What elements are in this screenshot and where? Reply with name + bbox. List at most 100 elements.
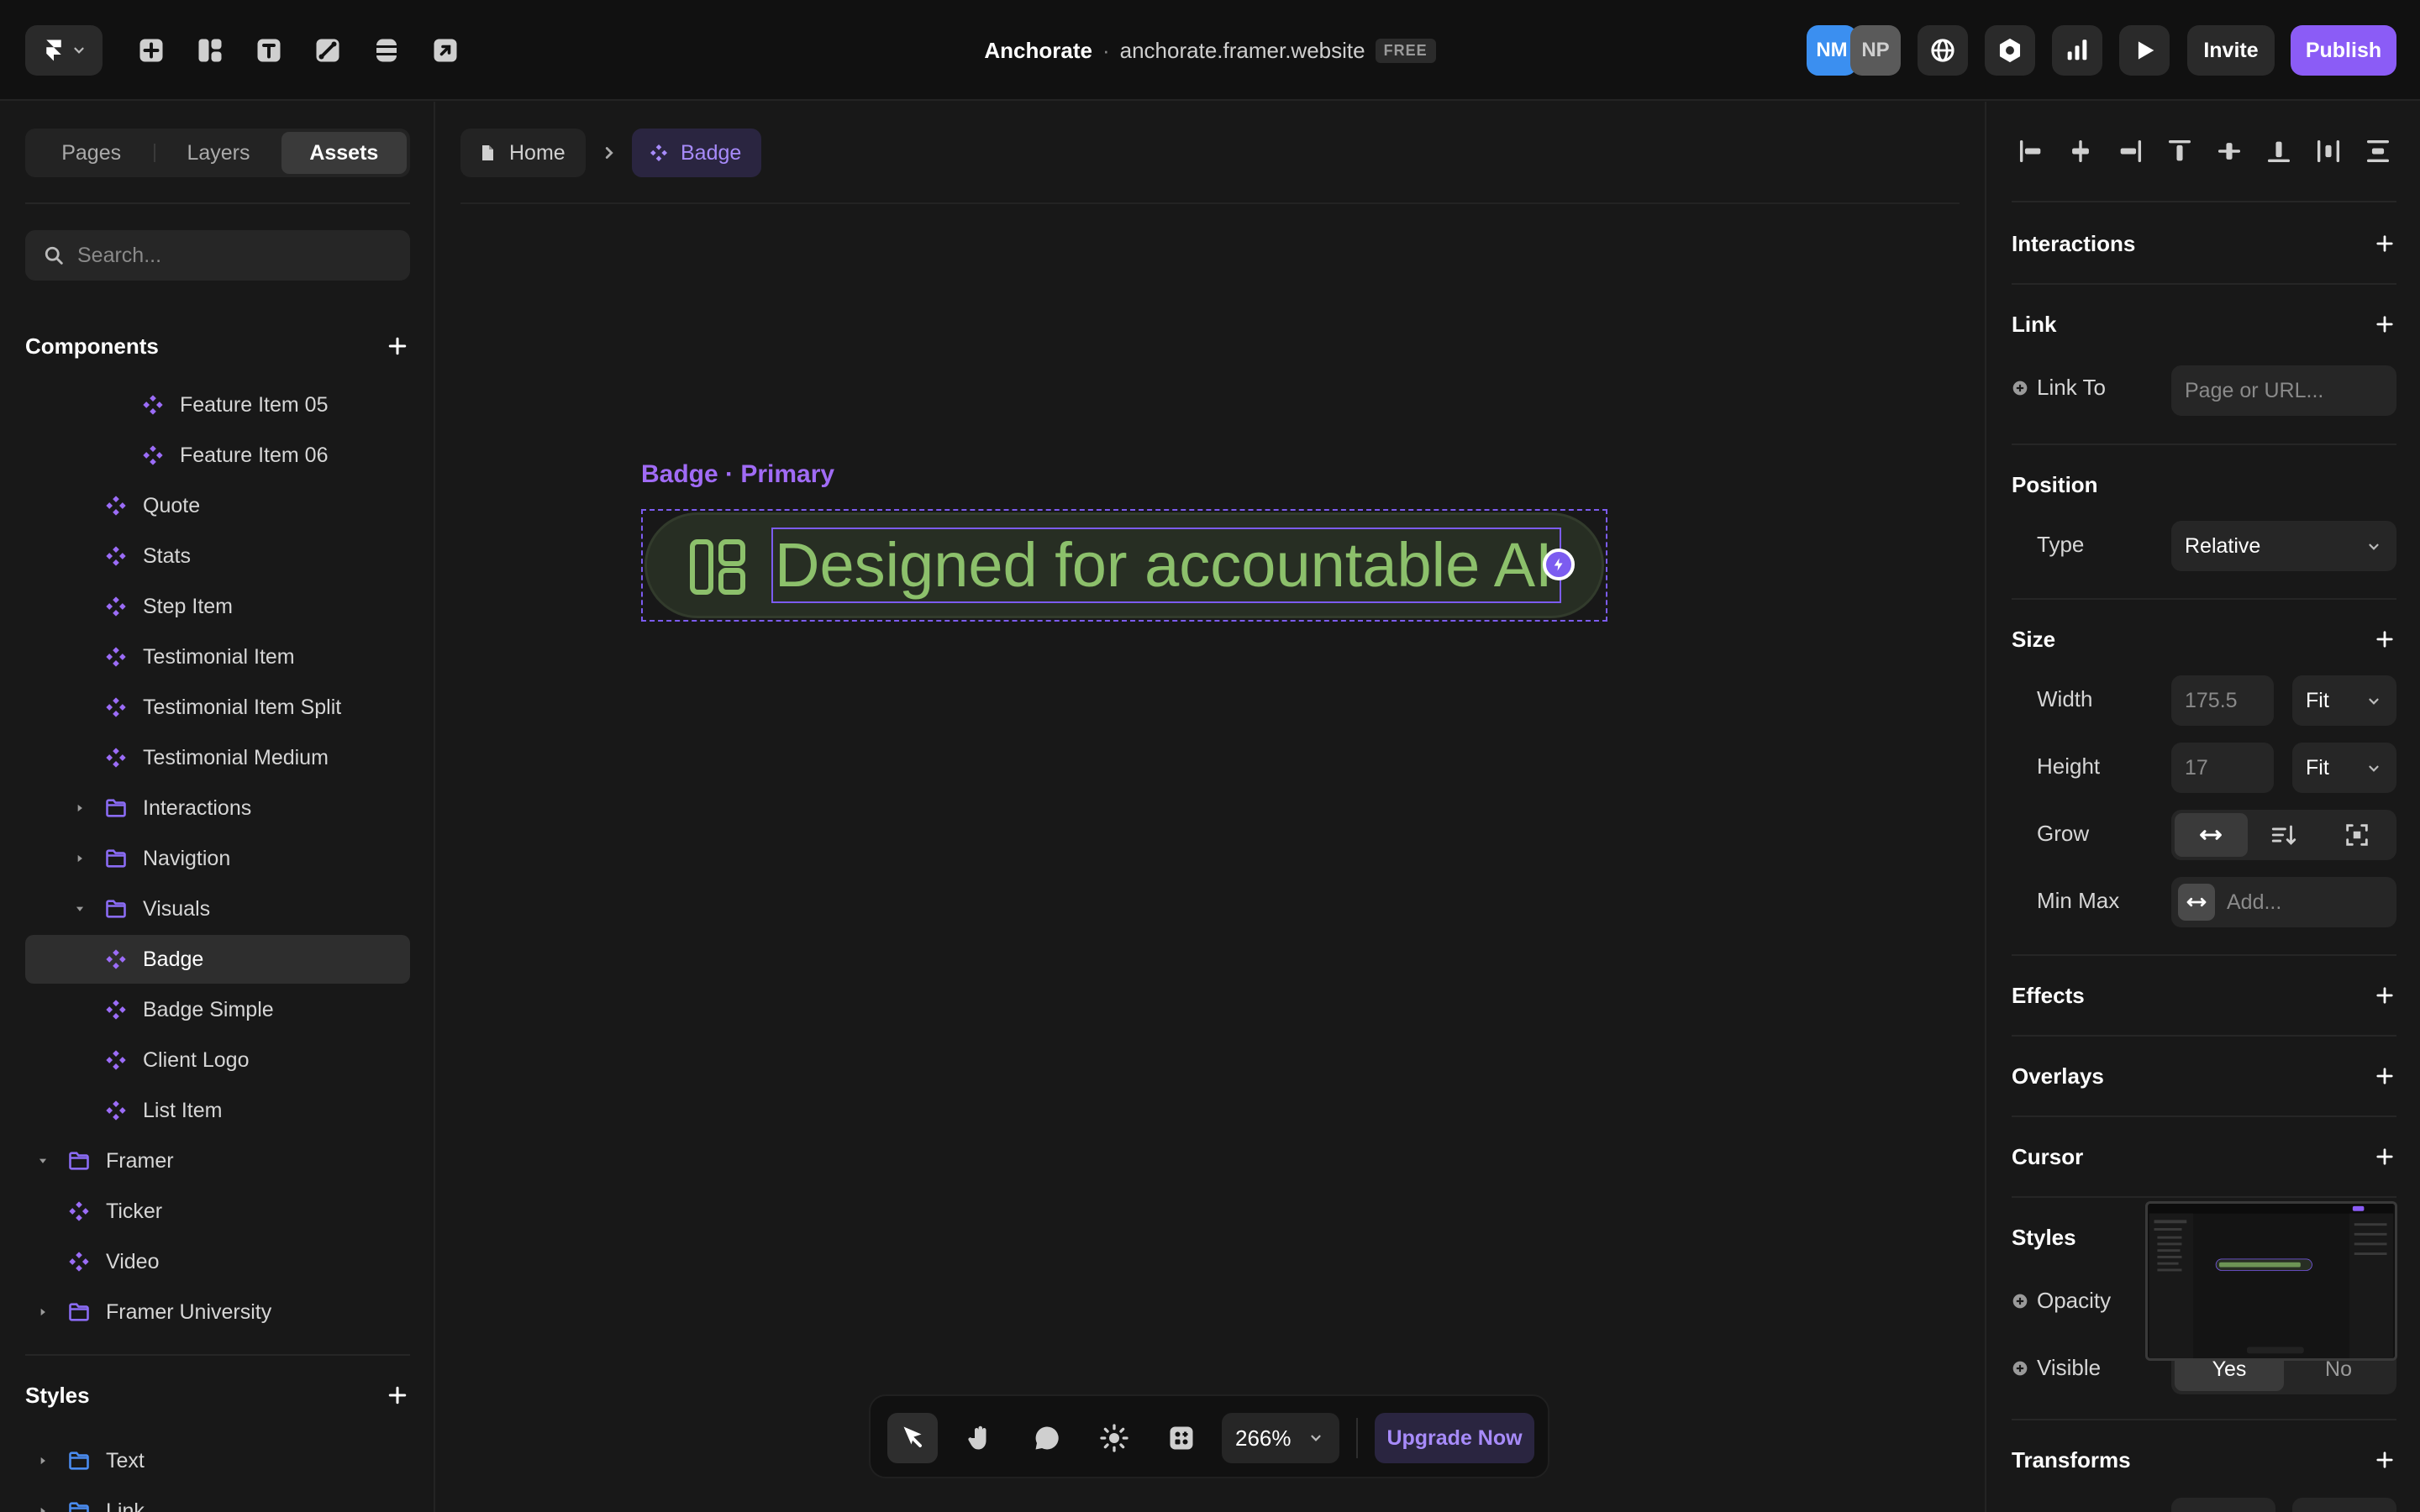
add-transform-icon[interactable]: [2373, 1448, 2396, 1472]
open-button[interactable]: [420, 25, 471, 76]
cms-button[interactable]: [361, 25, 412, 76]
overlays-section[interactable]: Overlays: [2012, 1059, 2396, 1093]
tree-component[interactable]: Step Item: [25, 582, 410, 631]
grow-vertical[interactable]: [2248, 813, 2321, 857]
site-url[interactable]: anchorate.framer.website: [1120, 38, 1365, 64]
tree-component[interactable]: Quote: [25, 481, 410, 530]
caret-down-icon[interactable]: [37, 1155, 49, 1167]
tree-component[interactable]: Badge: [25, 935, 410, 984]
caret-right-icon[interactable]: [37, 1306, 49, 1318]
theme-toggle-button[interactable]: [1089, 1413, 1139, 1463]
insert-button[interactable]: [126, 25, 176, 76]
transform-field[interactable]: [2171, 1498, 2275, 1512]
tree-component[interactable]: Client Logo: [25, 1036, 410, 1084]
tree-component[interactable]: List Item: [25, 1086, 410, 1135]
plus-circle-icon[interactable]: [2012, 1293, 2028, 1310]
preview-button[interactable]: [2119, 25, 2170, 76]
caret-down-icon[interactable]: [74, 903, 86, 915]
distribute-horizontal-icon[interactable]: [2314, 137, 2343, 165]
transforms-section[interactable]: Transforms: [2012, 1443, 2396, 1477]
caret-right-icon[interactable]: [37, 1505, 49, 1512]
breadcrumb-badge[interactable]: Badge: [632, 129, 762, 177]
vector-tool-button[interactable]: [302, 25, 353, 76]
width-mode-select[interactable]: Fit: [2292, 675, 2396, 726]
badge-text-selection[interactable]: Designed for accountable AI: [771, 528, 1561, 603]
add-size-icon[interactable]: [2373, 627, 2396, 651]
add-link-icon[interactable]: [2373, 312, 2396, 336]
bolt-handle-icon[interactable]: [1543, 549, 1575, 580]
height-mode-select[interactable]: Fit: [2292, 743, 2396, 793]
distribute-vertical-icon[interactable]: [2364, 137, 2392, 165]
width-input[interactable]: 175.5: [2171, 675, 2274, 726]
add-style-icon[interactable]: [385, 1383, 410, 1408]
invite-button[interactable]: Invite: [2187, 25, 2275, 76]
add-cursor-icon[interactable]: [2373, 1145, 2396, 1168]
grow-horizontal[interactable]: [2175, 813, 2248, 857]
tree-folder[interactable]: Interactions: [25, 784, 410, 832]
size-section[interactable]: Size: [2012, 622, 2396, 656]
tree-component[interactable]: Testimonial Item: [25, 633, 410, 681]
assets-search[interactable]: [25, 230, 410, 281]
layout-button[interactable]: [185, 25, 235, 76]
align-top-icon[interactable]: [2165, 137, 2194, 165]
screenshot-thumbnail[interactable]: [2145, 1201, 2397, 1361]
hand-tool-button[interactable]: [955, 1413, 1005, 1463]
tree-component[interactable]: Badge Simple: [25, 985, 410, 1034]
canvas[interactable]: Home Badge Badge · Primary Designed for …: [437, 102, 1983, 1512]
avatar-np[interactable]: NP: [1850, 25, 1901, 76]
minmax-toggle[interactable]: [2178, 884, 2215, 921]
grow-both[interactable]: [2320, 813, 2393, 857]
tab-assets[interactable]: Assets: [281, 132, 407, 174]
site-settings-button[interactable]: [1918, 25, 1968, 76]
tree-component[interactable]: Ticker: [25, 1187, 410, 1236]
breadcrumb-home[interactable]: Home: [460, 129, 586, 177]
link-section[interactable]: Link: [2012, 307, 2396, 341]
text-tool-button[interactable]: [244, 25, 294, 76]
project-name[interactable]: Anchorate: [984, 38, 1092, 64]
upgrade-button[interactable]: Upgrade Now: [1375, 1413, 1534, 1463]
caret-right-icon[interactable]: [74, 853, 86, 864]
align-center-h-icon[interactable]: [2066, 137, 2095, 165]
tree-component[interactable]: Feature Item 06: [25, 431, 410, 480]
align-center-v-icon[interactable]: [2215, 137, 2244, 165]
style-folder[interactable]: Link: [25, 1487, 410, 1512]
zoom-control[interactable]: 266%: [1222, 1413, 1339, 1463]
caret-right-icon[interactable]: [37, 1455, 49, 1467]
plus-circle-icon[interactable]: [2012, 380, 2028, 396]
style-folder[interactable]: Text: [25, 1436, 410, 1485]
tree-folder[interactable]: Framer: [25, 1137, 410, 1185]
interactions-section[interactable]: Interactions: [2012, 227, 2396, 260]
tree-component[interactable]: Video: [25, 1237, 410, 1286]
add-effect-icon[interactable]: [2373, 984, 2396, 1007]
tree-folder[interactable]: Framer University: [25, 1288, 410, 1336]
badge-text[interactable]: Designed for accountable AI: [773, 529, 1553, 601]
align-left-icon[interactable]: [2017, 137, 2045, 165]
effects-section[interactable]: Effects: [2012, 979, 2396, 1012]
link-to-field[interactable]: Page or URL...: [2171, 365, 2396, 416]
tree-component[interactable]: Stats: [25, 532, 410, 580]
plus-circle-icon[interactable]: [2012, 1360, 2028, 1377]
minmax-field[interactable]: Add...: [2171, 877, 2396, 927]
publish-button[interactable]: Publish: [2291, 25, 2396, 76]
tree-component[interactable]: Testimonial Item Split: [25, 683, 410, 732]
avatar-nm[interactable]: NM: [1807, 25, 1857, 76]
align-right-icon[interactable]: [2116, 137, 2144, 165]
cursor-section[interactable]: Cursor: [2012, 1140, 2396, 1173]
add-component-icon[interactable]: [385, 333, 410, 359]
tab-pages[interactable]: Pages: [29, 132, 154, 174]
position-type-select[interactable]: Relative: [2171, 521, 2396, 571]
framer-menu-button[interactable]: [25, 25, 103, 76]
settings-button[interactable]: [1985, 25, 2035, 76]
align-bottom-icon[interactable]: [2265, 137, 2293, 165]
plugins-button[interactable]: [1156, 1413, 1207, 1463]
caret-right-icon[interactable]: [74, 802, 86, 814]
add-overlay-icon[interactable]: [2373, 1064, 2396, 1088]
comment-tool-button[interactable]: [1022, 1413, 1072, 1463]
tree-component[interactable]: Testimonial Medium: [25, 733, 410, 782]
select-tool-button[interactable]: [887, 1413, 938, 1463]
tab-layers[interactable]: Layers: [155, 132, 281, 174]
transform-field[interactable]: [2292, 1498, 2396, 1512]
height-input[interactable]: 17: [2171, 743, 2274, 793]
analytics-button[interactable]: [2052, 25, 2102, 76]
tree-component[interactable]: Feature Item 05: [25, 381, 410, 429]
